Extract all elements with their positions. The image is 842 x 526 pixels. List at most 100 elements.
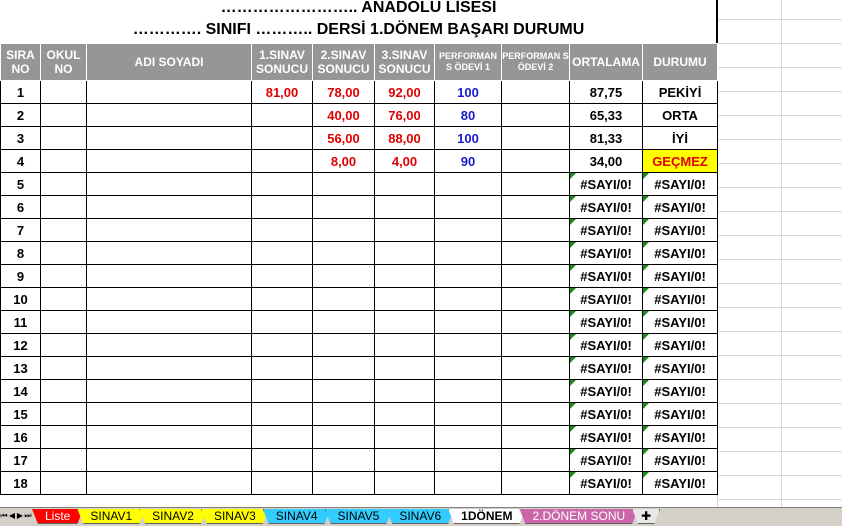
cell-sinav2[interactable] [312,264,375,288]
sheet-tab[interactable]: SINAV4 [263,509,331,524]
cell-performans1[interactable] [434,172,502,196]
first-sheet-icon[interactable]: ⏮ [0,510,8,522]
cell-performans2[interactable] [501,195,570,219]
cell-sira-no[interactable]: 17 [0,448,41,472]
header-ortalama[interactable]: ORTALAMA [569,43,643,81]
insert-sheet-icon[interactable]: ✚ [632,509,660,524]
cell-sira-no[interactable]: 4 [0,149,41,173]
cell-performans2[interactable] [501,425,570,449]
cell-performans2[interactable] [501,241,570,265]
cell-adi-soyadi[interactable] [86,448,252,472]
cell-performans1[interactable] [434,218,502,242]
cell-durumu[interactable]: GEÇMEZ [642,149,718,173]
cell-ortalama[interactable]: #SAYI/0! [569,241,643,265]
cell-ortalama[interactable]: #SAYI/0! [569,471,643,495]
cell-okul-no[interactable] [40,195,87,219]
cell-performans2[interactable] [501,379,570,403]
cell-durumu[interactable]: #SAYI/0! [642,471,718,495]
cell-sinav2[interactable] [312,333,375,357]
cell-sinav3[interactable] [374,356,435,380]
cell-sinav3[interactable]: 88,00 [374,126,435,150]
cell-performans2[interactable] [501,333,570,357]
cell-performans1[interactable]: 80 [434,103,502,127]
header-sinav1[interactable]: 1.SINAV SONUCU [251,43,313,81]
cell-sinav1[interactable] [251,241,313,265]
cell-durumu[interactable]: #SAYI/0! [642,287,718,311]
cell-okul-no[interactable] [40,172,87,196]
cell-performans1[interactable] [434,264,502,288]
cell-sinav3[interactable] [374,310,435,334]
cell-adi-soyadi[interactable] [86,195,252,219]
cell-okul-no[interactable] [40,264,87,288]
cell-adi-soyadi[interactable] [86,287,252,311]
cell-okul-no[interactable] [40,218,87,242]
prev-sheet-icon[interactable]: ◀ [8,510,16,522]
cell-okul-no[interactable] [40,149,87,173]
cell-performans2[interactable] [501,310,570,334]
cell-performans1[interactable] [434,379,502,403]
cell-sinav3[interactable] [374,241,435,265]
cell-sinav3[interactable] [374,287,435,311]
cell-sinav1[interactable] [251,448,313,472]
cell-adi-soyadi[interactable] [86,471,252,495]
cell-adi-soyadi[interactable] [86,379,252,403]
cell-sira-no[interactable]: 11 [0,310,41,334]
cell-sinav1[interactable] [251,425,313,449]
cell-okul-no[interactable] [40,241,87,265]
cell-adi-soyadi[interactable] [86,402,252,426]
cell-sinav2[interactable] [312,471,375,495]
cell-sinav3[interactable] [374,264,435,288]
cell-performans1[interactable] [434,425,502,449]
cell-sinav2[interactable] [312,310,375,334]
cell-durumu[interactable]: #SAYI/0! [642,310,718,334]
cell-sinav1[interactable] [251,310,313,334]
cell-performans2[interactable] [501,149,570,173]
cell-sinav2[interactable] [312,287,375,311]
cell-performans1[interactable]: 100 [434,80,502,104]
header-okul-no[interactable]: OKUL NO [40,43,87,81]
cell-sinav3[interactable] [374,172,435,196]
cell-ortalama[interactable]: #SAYI/0! [569,195,643,219]
cell-performans2[interactable] [501,218,570,242]
cell-sinav2[interactable]: 40,00 [312,103,375,127]
cell-sira-no[interactable]: 3 [0,126,41,150]
cell-durumu[interactable]: #SAYI/0! [642,218,718,242]
cell-ortalama[interactable]: #SAYI/0! [569,402,643,426]
cell-performans1[interactable] [434,195,502,219]
cell-durumu[interactable]: #SAYI/0! [642,448,718,472]
cell-performans2[interactable] [501,287,570,311]
cell-ortalama[interactable]: #SAYI/0! [569,425,643,449]
cell-sinav1[interactable] [251,218,313,242]
cell-sinav1[interactable] [251,149,313,173]
cell-performans2[interactable] [501,471,570,495]
cell-durumu[interactable]: #SAYI/0! [642,195,718,219]
cell-adi-soyadi[interactable] [86,241,252,265]
cell-okul-no[interactable] [40,425,87,449]
cell-sinav3[interactable] [374,425,435,449]
cell-sinav2[interactable] [312,448,375,472]
cell-performans1[interactable] [434,333,502,357]
cell-sira-no[interactable]: 2 [0,103,41,127]
sheet-tab[interactable]: SINAV5 [325,509,393,524]
cell-okul-no[interactable] [40,333,87,357]
cell-adi-soyadi[interactable] [86,333,252,357]
cell-okul-no[interactable] [40,287,87,311]
cell-performans1[interactable] [434,356,502,380]
cell-durumu[interactable]: #SAYI/0! [642,172,718,196]
cell-sira-no[interactable]: 12 [0,333,41,357]
cell-sinav1[interactable] [251,103,313,127]
cell-sinav3[interactable]: 4,00 [374,149,435,173]
cell-okul-no[interactable] [40,126,87,150]
cell-sinav2[interactable]: 78,00 [312,80,375,104]
cell-okul-no[interactable] [40,448,87,472]
cell-performans1[interactable] [434,471,502,495]
cell-performans2[interactable] [501,80,570,104]
cell-sira-no[interactable]: 15 [0,402,41,426]
cell-okul-no[interactable] [40,402,87,426]
cell-sinav3[interactable] [374,471,435,495]
cell-durumu[interactable]: #SAYI/0! [642,402,718,426]
cell-sinav1[interactable] [251,287,313,311]
cell-okul-no[interactable] [40,310,87,334]
cell-sinav2[interactable] [312,172,375,196]
cell-sinav1[interactable] [251,402,313,426]
